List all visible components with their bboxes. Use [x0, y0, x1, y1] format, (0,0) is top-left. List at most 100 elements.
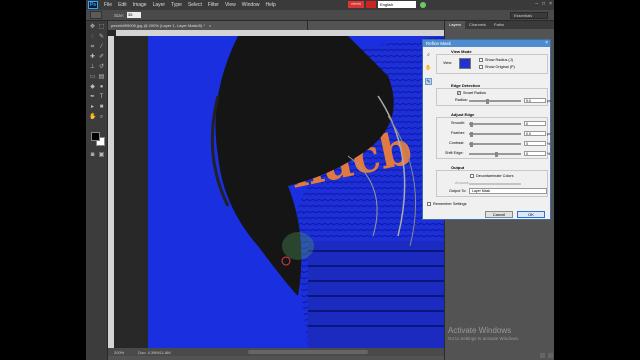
dodge-tool-icon[interactable]: ● — [98, 84, 105, 91]
marquee-tool-icon[interactable]: ⬚ — [98, 24, 105, 31]
show-radius-row[interactable]: Show Radius (J) — [479, 58, 513, 62]
keyboard-settings-icon[interactable] — [420, 1, 426, 8]
smooth-input[interactable]: 0 — [524, 121, 546, 126]
refine-radius-tool-icon[interactable]: ✎ — [425, 78, 432, 85]
photoshop-logo-icon: Ps — [88, 1, 98, 9]
show-original-checkbox[interactable] — [479, 65, 483, 69]
close-document-icon[interactable]: × — [209, 23, 211, 28]
view-mode-section: View: Show Radius (J) Show Original (P) — [436, 54, 548, 74]
smooth-slider[interactable] — [469, 122, 521, 127]
zoom-tool-icon[interactable]: ⌕ — [425, 52, 432, 59]
language-select[interactable]: English — [378, 1, 416, 8]
bangla-badge[interactable]: বাংলায় — [348, 1, 364, 8]
shift-edge-input[interactable]: 0 — [524, 151, 546, 156]
history-brush-tool-icon[interactable]: ↺ — [98, 64, 105, 71]
activate-windows-subtitle: Go to Settings to activate Windows. — [448, 336, 520, 341]
menu-window[interactable]: Window — [242, 2, 260, 8]
workspace-switcher[interactable]: Essentials — [510, 12, 548, 19]
crop-tool-icon[interactable]: ⌗ — [89, 44, 96, 51]
foreground-color-swatch[interactable] — [91, 132, 100, 141]
decontaminate-checkbox[interactable] — [470, 174, 474, 178]
menu-layer[interactable]: Layer — [153, 2, 166, 8]
menu-select[interactable]: Select — [188, 2, 202, 8]
healing-brush-tool-icon[interactable]: ✚ — [89, 54, 96, 61]
brush-tool-icon[interactable]: ✐ — [98, 54, 105, 61]
menu-filter[interactable]: Filter — [208, 2, 219, 8]
quick-select-tool-icon[interactable]: ✎ — [98, 34, 105, 41]
output-to-select[interactable]: Layer Mask — [469, 188, 547, 194]
remember-settings-row[interactable]: Remember Settings — [427, 202, 467, 206]
radius-input[interactable]: 9.0 — [524, 98, 546, 103]
eyedropper-tool-icon[interactable]: ⁄ — [98, 44, 105, 51]
show-radius-checkbox[interactable] — [479, 58, 483, 62]
tool-preset-picker[interactable] — [90, 11, 102, 19]
minimize-icon[interactable]: – — [535, 1, 538, 7]
contrast-slider[interactable] — [469, 142, 521, 147]
pen-tool-icon[interactable]: ✒ — [89, 94, 96, 101]
menu-image[interactable]: Image — [133, 2, 147, 8]
document-tab[interactable]: pexels999009.jpg @ 200% (Layer 1, Layer … — [108, 21, 308, 30]
view-mode-picker[interactable] — [459, 58, 471, 69]
shift-edge-slider-thumb[interactable] — [495, 152, 498, 157]
menu-bar: Ps File Edit Image Layer Type Select Fil… — [86, 0, 554, 10]
menu-view[interactable]: View — [225, 2, 236, 8]
tab-channels[interactable]: Channels — [465, 21, 490, 29]
path-select-tool-icon[interactable]: ▸ — [89, 104, 96, 111]
tab-layers[interactable]: Layers — [445, 21, 466, 29]
screen-mode-icon[interactable]: ▣ — [98, 152, 105, 159]
activate-windows-title: Activate Windows — [448, 326, 512, 335]
radius-slider[interactable] — [469, 99, 521, 104]
document-info[interactable]: Doc: 4.39M/11.8M — [138, 350, 170, 355]
smooth-label: Smooth: — [451, 121, 466, 125]
status-bar: 200% Doc: 4.39M/11.8M — [108, 348, 444, 356]
maximize-icon[interactable]: □ — [542, 1, 545, 7]
zoom-tool-icon[interactable]: ⌕ — [98, 114, 105, 121]
ok-button[interactable]: OK — [517, 211, 545, 218]
zoom-level[interactable]: 200% — [114, 350, 124, 355]
smooth-slider-thumb[interactable] — [470, 122, 473, 127]
type-tool-icon[interactable]: T — [98, 94, 105, 101]
shift-edge-slider[interactable] — [469, 152, 521, 157]
blur-tool-icon[interactable]: ◆ — [89, 84, 96, 91]
shape-tool-icon[interactable]: ■ — [98, 104, 105, 111]
feather-input[interactable]: 0.0 — [524, 131, 546, 136]
dialog-title-bar[interactable]: Refine Mask × — [423, 40, 550, 47]
lasso-tool-icon[interactable]: ◌ — [89, 34, 96, 41]
output-to-value: Layer Mask — [472, 189, 491, 193]
show-original-row[interactable]: Show Original (P) — [479, 65, 515, 69]
menu-edit[interactable]: Edit — [118, 2, 127, 8]
remember-settings-checkbox[interactable] — [427, 202, 431, 206]
tray-icon[interactable] — [548, 353, 553, 358]
contrast-input[interactable]: 0 — [524, 141, 546, 146]
menu-file[interactable]: File — [104, 2, 112, 8]
feather-slider[interactable] — [469, 132, 521, 137]
dialog-close-icon[interactable]: × — [545, 40, 548, 47]
vertical-ruler — [108, 36, 114, 348]
tray-icon[interactable] — [540, 353, 545, 358]
amount-label: Amount: — [455, 181, 470, 185]
cancel-button[interactable]: Cancel — [485, 211, 513, 218]
hand-tool-icon[interactable]: ✋ — [89, 114, 96, 121]
move-tool-icon[interactable]: ✥ — [89, 24, 96, 31]
smart-radius-row[interactable]: ✓ Smart Radius — [457, 91, 486, 95]
feather-slider-thumb[interactable] — [470, 132, 473, 137]
menu-help[interactable]: Help — [266, 2, 276, 8]
size-input[interactable]: 35 — [127, 12, 142, 18]
hand-tool-icon[interactable]: ✋ — [425, 65, 432, 72]
image-canvas[interactable]: nacb — [148, 36, 444, 348]
close-window-icon[interactable]: × — [549, 1, 552, 7]
layers-panel-tabs: Layers Channels Paths — [445, 21, 554, 29]
quick-mask-icon[interactable]: ◙ — [89, 152, 96, 159]
radius-slider-thumb[interactable] — [486, 99, 490, 104]
clone-stamp-tool-icon[interactable]: ⊥ — [89, 64, 96, 71]
gradient-tool-icon[interactable]: ▤ — [98, 74, 105, 81]
eraser-tool-icon[interactable]: ▭ — [89, 74, 96, 81]
decontaminate-row[interactable]: Decontaminate Colors — [470, 174, 514, 178]
options-bar: Size: 35 Essentials — [86, 10, 554, 21]
smart-radius-checkbox[interactable]: ✓ — [457, 91, 461, 95]
menu-type[interactable]: Type — [171, 2, 182, 8]
tab-paths[interactable]: Paths — [490, 21, 508, 29]
contrast-slider-thumb[interactable] — [470, 142, 473, 147]
horizontal-scrollbar[interactable] — [248, 350, 368, 354]
tray-icons — [540, 353, 554, 358]
